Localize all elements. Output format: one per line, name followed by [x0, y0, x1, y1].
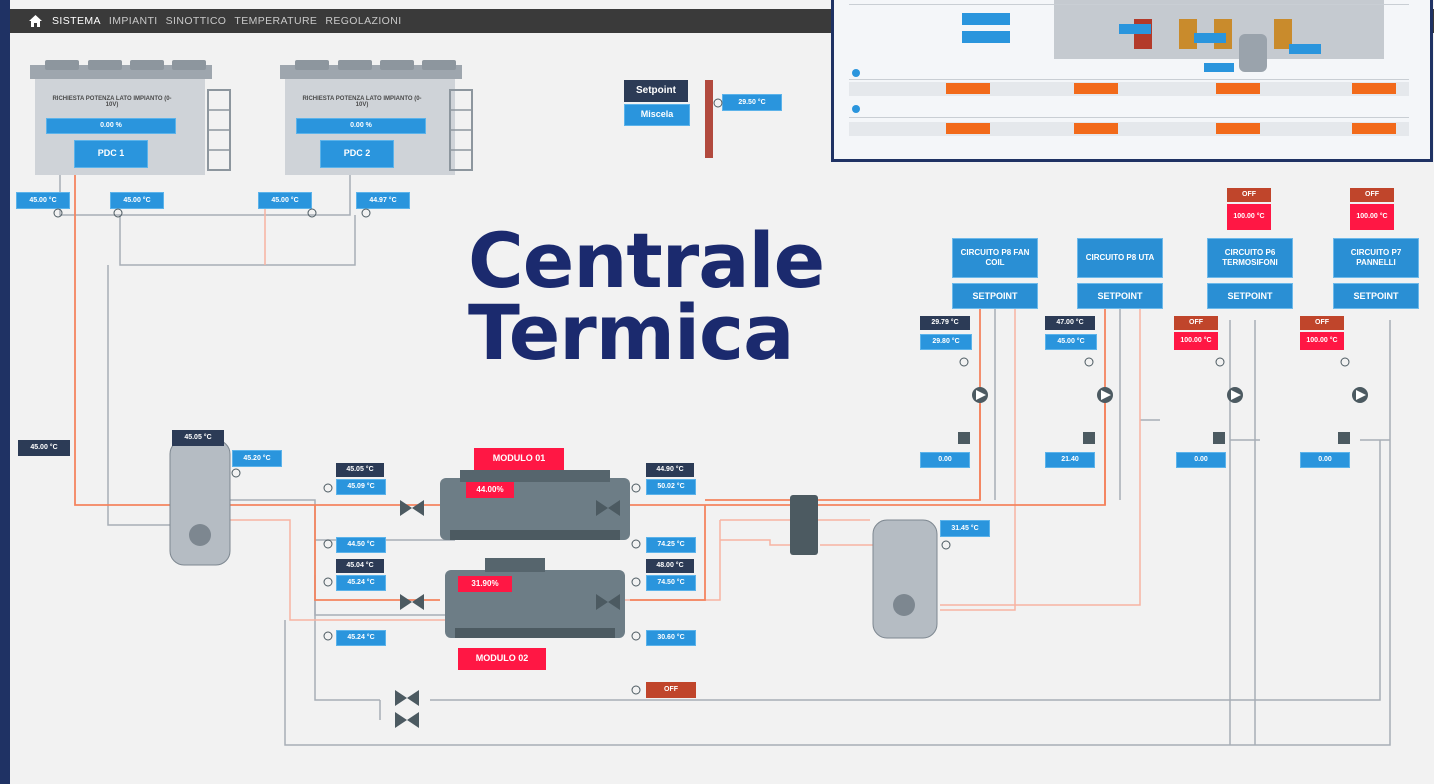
modulo-02-pct: 31.90% [458, 576, 512, 592]
circuit-2-t2: 45.00 °C [1045, 334, 1097, 350]
circuit-1-flow: 0.00 [920, 452, 970, 468]
circuit-4-flow: 0.00 [1300, 452, 1350, 468]
mod-in-temp-1a: 45.05 °C [336, 463, 384, 477]
circuit-4-t2: 100.00 °C [1300, 332, 1344, 350]
modulo-01-pct: 44.00% [466, 482, 514, 498]
storage-tank-2 [872, 519, 938, 639]
nav-regolazioni[interactable]: REGOLAZIONI [325, 15, 401, 27]
pdc-temp-1: 45.00 °C [16, 192, 70, 209]
pdc1-button[interactable]: PDC 1 [74, 140, 148, 168]
mod-out-temp-1b: 50.02 °C [646, 479, 696, 495]
modulo-02-label[interactable]: MODULO 02 [458, 648, 546, 670]
circuit-3-t1: OFF [1174, 316, 1218, 330]
setpoint-label: Setpoint [624, 80, 688, 102]
inset-preview [849, 0, 1409, 136]
mod-out-temp-3b: 74.50 °C [646, 575, 696, 591]
pdc-temp-2: 45.00 °C [110, 192, 164, 209]
mod-out-temp-4a: 30.60 °C [646, 630, 696, 646]
circuit-2-flow: 21.40 [1045, 452, 1095, 468]
heat-exchanger [790, 495, 818, 555]
synoptic-frame: SISTEMA IMPIANTI SINOTTICO TEMPERATURE R… [0, 0, 1434, 784]
pdc1-value: 0.00 % [46, 118, 176, 134]
circuit-3-head[interactable]: CIRCUITO P6 TERMOSIFONI [1207, 238, 1293, 278]
mod-in-temp-2a: 44.50 °C [336, 537, 386, 553]
circuit-4-setpoint-button[interactable]: SETPOINT [1333, 283, 1419, 309]
pdc1-heading: RICHIESTA POTENZA LATO IMPIANTO (0-10V) [52, 95, 172, 108]
pdc-temp-3: 45.00 °C [258, 192, 312, 209]
pdc2-heading: RICHIESTA POTENZA LATO IMPIANTO (0-10V) [302, 95, 422, 108]
tank1-top-temp: 45.05 °C [172, 430, 224, 446]
nav-temperature[interactable]: TEMPERATURE [234, 15, 317, 27]
pdc2-value: 0.00 % [296, 118, 426, 134]
nav-sinottico[interactable]: SINOTTICO [166, 15, 227, 27]
circuit-2-head[interactable]: CIRCUITO P8 UTA [1077, 238, 1163, 278]
setpoint-temp: 29.50 °C [722, 94, 782, 111]
circuit-3-flow: 0.00 [1176, 452, 1226, 468]
home-icon[interactable] [24, 9, 46, 33]
circuit-1-t1: 29.79 °C [920, 316, 970, 330]
bypass-status[interactable]: OFF [646, 682, 696, 698]
circuit-2-setpoint-button[interactable]: SETPOINT [1077, 283, 1163, 309]
circuit-2-t1: 47.00 °C [1045, 316, 1095, 330]
mod-in-temp-3a: 45.04 °C [336, 559, 384, 573]
nav-sistema[interactable]: SISTEMA [52, 15, 101, 27]
page-title: Centrale Termica [468, 216, 908, 378]
setpoint-gauge [705, 80, 713, 158]
mod-in-temp-3b: 45.24 °C [336, 575, 386, 591]
circuit-4-head[interactable]: CIRCUITO P7 PANNELLI [1333, 238, 1419, 278]
tank2-temp: 31.45 °C [940, 520, 990, 537]
circuit-3-t2: 100.00 °C [1174, 332, 1218, 350]
mod-out-temp-2a: 74.25 °C [646, 537, 696, 553]
title-line-1: Centrale [468, 216, 825, 305]
circuit-4-off-top[interactable]: OFF [1350, 188, 1394, 202]
circuit-1-setpoint-button[interactable]: SETPOINT [952, 283, 1038, 309]
circuit-4-off-value: 100.00 °C [1350, 204, 1394, 230]
circuit-1-head[interactable]: CIRCUITO P8 FAN COIL [952, 238, 1038, 278]
mod-out-temp-3a: 48.00 °C [646, 559, 694, 573]
title-line-2: Termica [468, 288, 794, 378]
modulo-01-label[interactable]: MODULO 01 [474, 448, 564, 470]
circuit-3-off-top[interactable]: OFF [1227, 188, 1271, 202]
nav-impianti[interactable]: IMPIANTI [109, 15, 158, 27]
mod-in-temp-4a: 45.24 °C [336, 630, 386, 646]
pdc-temp-4: 44.97 °C [356, 192, 410, 209]
boiler-module-01 [440, 470, 630, 540]
miscela-button[interactable]: Miscela [624, 104, 690, 126]
circuit-3-setpoint-button[interactable]: SETPOINT [1207, 283, 1293, 309]
tank1-side-temp: 45.20 °C [232, 450, 282, 467]
mod-in-temp-1b: 45.09 °C [336, 479, 386, 495]
mod-out-temp-1a: 44.90 °C [646, 463, 694, 477]
storage-tank-1 [169, 439, 231, 566]
circuit-4-t1: OFF [1300, 316, 1344, 330]
left-temp: 45.00 °C [18, 440, 70, 456]
circuit-3-off-value: 100.00 °C [1227, 204, 1271, 230]
circuit-1-t2: 29.80 °C [920, 334, 972, 350]
plant-thumbnail-inset[interactable] [831, 0, 1433, 162]
pdc2-button[interactable]: PDC 2 [320, 140, 394, 168]
boiler-module-02 [445, 558, 625, 638]
